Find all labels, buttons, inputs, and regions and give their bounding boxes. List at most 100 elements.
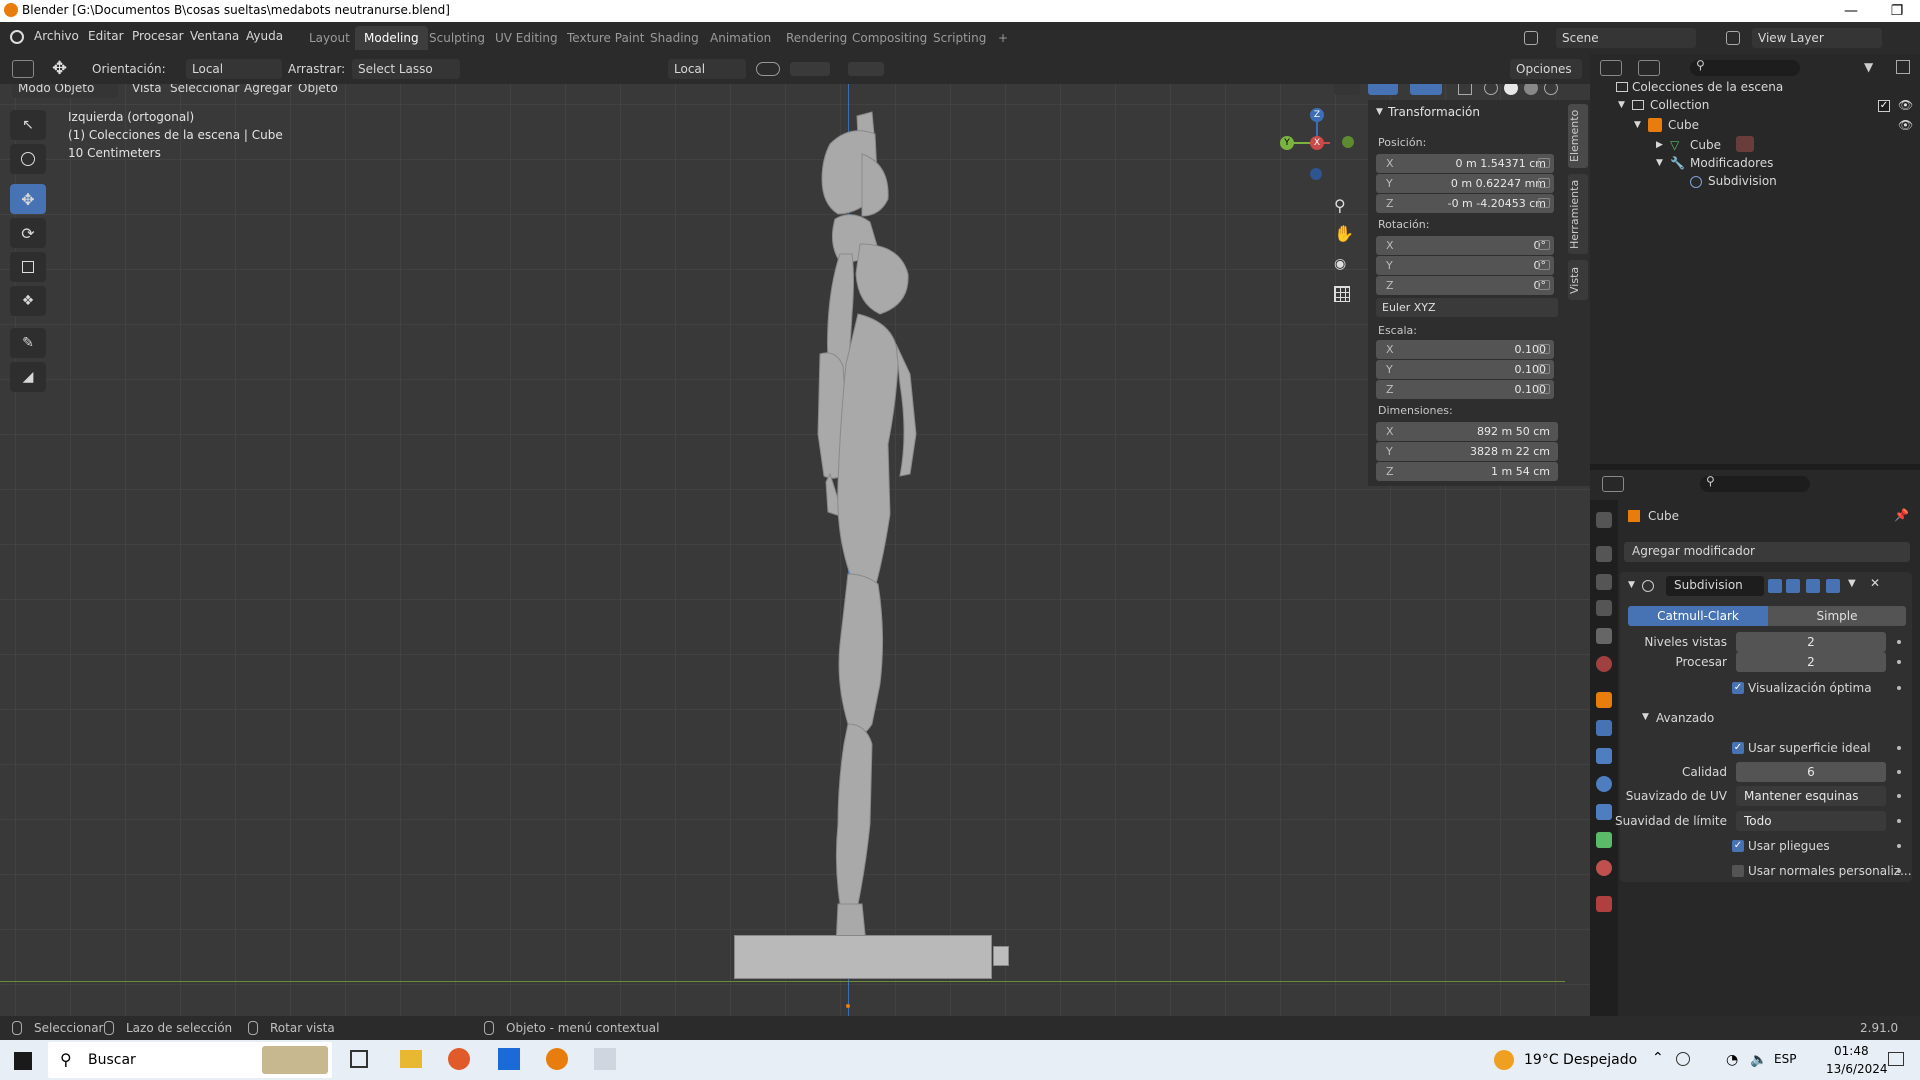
rendered-shading-icon[interactable]	[1544, 84, 1558, 95]
proportional-edit-icon[interactable]	[848, 62, 884, 76]
outliner-modifiers[interactable]: Modificadores	[1690, 156, 1773, 170]
texture-tab-icon[interactable]	[1596, 896, 1612, 912]
keyframe-dot-icon[interactable]	[1897, 770, 1901, 774]
collapse-arrow-icon[interactable]: ▼	[1628, 580, 1635, 590]
lock-icon[interactable]	[1538, 364, 1550, 374]
rotate-tool[interactable]: ⟳	[10, 218, 46, 248]
app-blue-icon[interactable]	[498, 1048, 520, 1070]
gizmo-z-icon[interactable]: Z	[1310, 108, 1324, 122]
close-icon[interactable]	[1874, 0, 1920, 22]
use-creases-checkbox[interactable]: ✓	[1732, 840, 1744, 852]
expand-arrow-icon[interactable]: ▼	[1656, 158, 1663, 168]
expand-arrow-icon[interactable]: ▼	[1618, 100, 1625, 110]
tab-sculpting[interactable]: Sculpting	[420, 26, 494, 50]
add-modifier-dropdown[interactable]: Agregar modificador	[1624, 542, 1910, 562]
lock-icon[interactable]	[1538, 344, 1550, 354]
weather-text[interactable]: 19°C Despejado	[1524, 1052, 1637, 1068]
collapse-arrow-icon[interactable]: ▼	[1642, 712, 1649, 722]
overlay-toggle-icon[interactable]	[1410, 84, 1442, 95]
render-tab-icon[interactable]	[1596, 546, 1612, 562]
simple-button[interactable]: Simple	[1768, 606, 1906, 626]
tab-elemento[interactable]: Elemento	[1568, 104, 1588, 168]
boundary-smooth-dropdown[interactable]: Todo	[1736, 811, 1886, 831]
gizmo-neg-y-icon[interactable]	[1342, 136, 1354, 148]
keyframe-dot-icon[interactable]	[1897, 844, 1901, 848]
outliner-collection[interactable]: Collection	[1650, 98, 1709, 112]
move-tool[interactable]: ✥	[10, 184, 46, 214]
keyframe-dot-icon[interactable]	[1897, 660, 1901, 664]
tab-modeling[interactable]: Modeling	[355, 26, 428, 50]
eye-icon[interactable]: 👁	[1898, 118, 1913, 132]
edit-mode-toggle-icon[interactable]	[1768, 579, 1782, 593]
pivot-icon[interactable]	[756, 62, 780, 76]
pin-icon[interactable]: 📌	[1894, 508, 1909, 522]
output-tab-icon[interactable]	[1596, 574, 1612, 590]
solid-shading-icon[interactable]	[1504, 84, 1518, 95]
dimensions-x-field[interactable]: X 892 m 50 cm	[1376, 422, 1558, 441]
checkbox-icon[interactable]: ✓	[1878, 100, 1890, 112]
rotation-y-field[interactable]: Y 0°	[1376, 256, 1554, 275]
character-model[interactable]	[740, 104, 1020, 994]
lock-icon[interactable]	[1538, 198, 1550, 208]
render-toggle-icon[interactable]	[1826, 579, 1840, 593]
speaker-icon[interactable]: 🔈	[1750, 1052, 1767, 1068]
close-icon[interactable]: ✕	[1870, 576, 1880, 590]
menu-seleccionar[interactable]: Seleccionar	[170, 84, 239, 98]
add-workspace-button[interactable]: +	[989, 26, 1017, 50]
new-collection-icon[interactable]	[1896, 60, 1910, 74]
outliner-object-cube[interactable]: Cube	[1668, 118, 1699, 132]
object-mode-dropdown[interactable]: Modo Objeto	[12, 84, 118, 98]
options-dropdown[interactable]: Opciones	[1510, 59, 1582, 79]
menu-ayuda[interactable]: Ayuda	[246, 29, 283, 43]
view-layer-tab-icon[interactable]	[1596, 600, 1612, 616]
tab-shading[interactable]: Shading	[641, 26, 708, 50]
keyframe-dot-icon[interactable]	[1897, 686, 1901, 690]
uv-smooth-dropdown[interactable]: Mantener esquinas	[1736, 786, 1886, 806]
properties-editor-icon[interactable]	[1602, 476, 1624, 492]
camera-icon[interactable]: ◉	[1334, 256, 1346, 272]
measure-tool[interactable]: ◢	[10, 362, 46, 392]
rotation-x-field[interactable]: X 0°	[1376, 236, 1554, 255]
quality-field[interactable]: 6	[1736, 762, 1886, 782]
navigation-gizmo[interactable]: Z Y X	[1270, 104, 1360, 194]
base-platform-tab[interactable]	[993, 946, 1009, 966]
scene-selector[interactable]: Scene	[1556, 28, 1696, 48]
base-platform[interactable]	[734, 935, 992, 979]
lock-icon[interactable]	[1538, 178, 1550, 188]
tab-texture-paint[interactable]: Texture Paint	[558, 26, 653, 50]
scale-z-field[interactable]: Z 0.100	[1376, 380, 1554, 399]
object-tab-icon[interactable]	[1596, 692, 1612, 708]
scene-icon[interactable]	[1524, 31, 1538, 45]
material-shading-icon[interactable]	[1524, 84, 1538, 95]
select-tool[interactable]: ↖	[10, 110, 46, 140]
catmull-clark-button[interactable]: Catmull-Clark	[1628, 606, 1768, 626]
on-cage-toggle-icon[interactable]	[1786, 579, 1800, 593]
chevron-up-icon[interactable]: ⌃	[1652, 1050, 1664, 1066]
rotation-z-field[interactable]: Z 0°	[1376, 276, 1554, 295]
lock-icon[interactable]	[1538, 384, 1550, 394]
outliner-editor-icon[interactable]	[1600, 60, 1622, 76]
display-mode-icon[interactable]	[1638, 60, 1660, 76]
tab-layout[interactable]: Layout	[300, 26, 359, 50]
lock-icon[interactable]	[1538, 280, 1550, 290]
render-levels-field[interactable]: 2	[1736, 652, 1886, 672]
move-tool-icon[interactable]: ✥	[52, 58, 67, 79]
grid-icon[interactable]	[1334, 286, 1350, 302]
menu-procesar[interactable]: Procesar	[132, 29, 184, 43]
visibility-icon[interactable]	[1334, 84, 1360, 95]
properties-search-input[interactable]	[1700, 476, 1810, 492]
keyframe-dot-icon[interactable]	[1897, 869, 1901, 873]
transform-orientation-dropdown[interactable]: Local	[668, 59, 746, 79]
eye-icon[interactable]: 👁	[1898, 98, 1913, 112]
transform-section-title[interactable]: Transformación	[1388, 105, 1480, 119]
data-tab-icon[interactable]	[1596, 832, 1612, 848]
optimal-display-checkbox[interactable]: ✓	[1732, 682, 1744, 694]
editor-type-icon[interactable]	[12, 60, 34, 78]
dimensions-y-field[interactable]: Y 3828 m 22 cm	[1376, 442, 1558, 461]
expand-arrow-icon[interactable]: ▶	[1656, 140, 1663, 150]
lock-icon[interactable]	[1538, 240, 1550, 250]
levels-viewport-field[interactable]: 2	[1736, 632, 1886, 652]
keyframe-dot-icon[interactable]	[1897, 640, 1901, 644]
scale-tool[interactable]	[10, 252, 46, 282]
chevron-down-icon[interactable]: ▼	[1848, 578, 1856, 589]
